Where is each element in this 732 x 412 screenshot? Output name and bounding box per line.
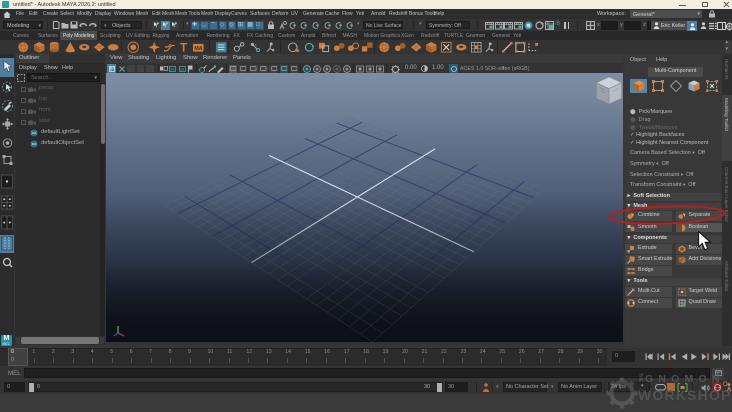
- svg-text:MA: MA: [194, 46, 202, 52]
- svg-text:24: 24: [170, 68, 174, 72]
- svg-text:24: 24: [180, 68, 184, 72]
- svg-text:T: T: [180, 43, 187, 54]
- svg-text:x: x: [255, 43, 257, 47]
